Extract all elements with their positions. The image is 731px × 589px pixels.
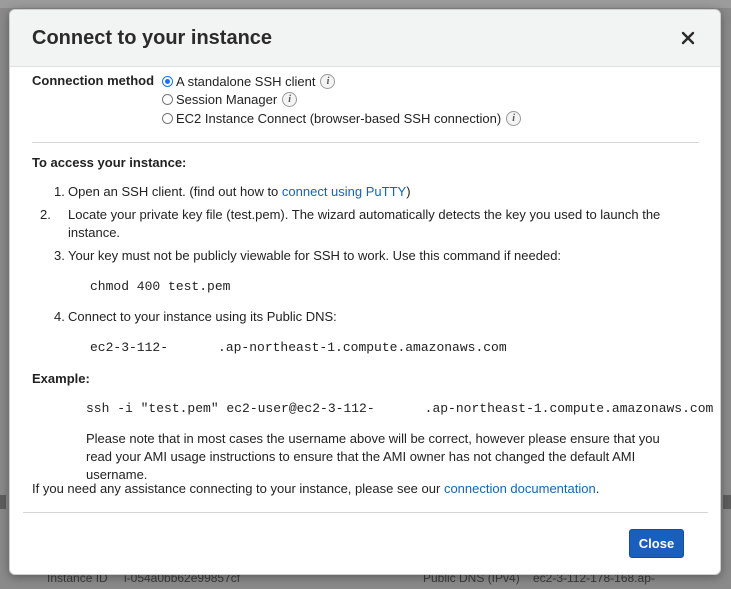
public-dns-value: ec2-3-112- .ap-northeast-1.compute.amazo… [90,340,507,355]
info-icon[interactable]: i [282,92,298,107]
option-ec2-instance-connect-label: EC2 Instance Connect (browser-based SSH … [176,111,502,126]
info-icon[interactable]: i [320,74,336,89]
background-top-bar [0,0,731,8]
radio-session-manager[interactable] [162,94,173,105]
assistance-text: If you need any assistance connecting to… [32,481,600,496]
dialog-header: Connect to your instance [10,10,720,67]
background-edge-right [723,495,731,509]
connection-documentation-link[interactable]: connection documentation [444,481,596,496]
step-2: 2. Locate your private key file (test.pem… [40,207,661,240]
connect-using-putty-link[interactable]: connect using PuTTY [282,184,406,199]
chmod-command: chmod 400 test.pem [90,279,231,294]
close-dialog-button[interactable] [676,26,700,50]
step-3: 3. Your key must not be publicly viewable… [54,248,562,263]
option-ec2-instance-connect[interactable]: EC2 Instance Connect (browser-based SSH … [162,111,522,126]
section-divider [32,142,699,143]
info-icon[interactable]: i [506,111,522,126]
option-standalone-ssh-label: A standalone SSH client [176,74,316,89]
option-session-manager-label: Session Manager [176,92,278,107]
connect-instance-dialog: Connect to your instance Connection meth… [9,9,721,575]
redacted-segment [168,340,219,355]
radio-ec2-instance-connect[interactable] [162,113,173,124]
option-standalone-ssh[interactable]: A standalone SSH client i [162,74,336,89]
redacted-segment [374,401,425,416]
option-session-manager[interactable]: Session Manager i [162,92,298,107]
username-note: Please note that in most cases the usern… [86,431,660,482]
background-edge-left [0,495,6,509]
close-icon [681,31,695,45]
step-4: 4. Connect to your instance using its Pub… [54,309,337,324]
close-button[interactable]: Close [629,529,684,558]
access-heading: To access your instance: [32,155,187,170]
radio-standalone-ssh[interactable] [162,76,173,87]
footer-divider [23,512,708,513]
step-1: 1. Open an SSH client. (find out how to c… [54,184,411,199]
connection-method-label: Connection method [32,73,155,88]
dialog-title: Connect to your instance [32,27,273,49]
example-heading: Example: [32,371,90,386]
example-ssh-command: ssh -i "test.pem" ec2-user@ec2-3-112- .a… [86,401,714,416]
